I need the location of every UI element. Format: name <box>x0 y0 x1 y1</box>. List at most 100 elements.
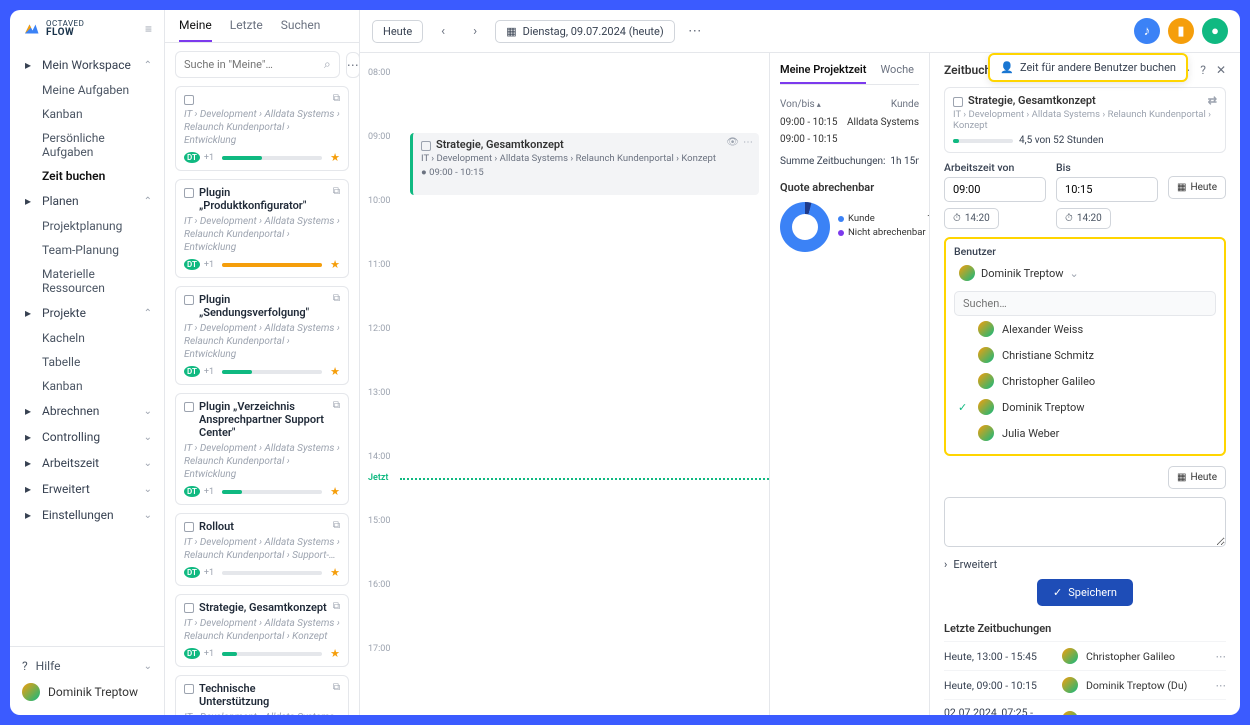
from-chip[interactable]: ⏱ 14:20 <box>944 208 999 229</box>
circle-icon: ● <box>1211 23 1219 39</box>
nav-group-projekte[interactable]: ▸Projekte⌃ <box>10 300 164 326</box>
star-icon[interactable]: ★ <box>330 485 340 498</box>
inspector-tab[interactable]: Meine Projektzeit <box>780 63 866 84</box>
inspector-row[interactable]: 09:00 - 10:15 <box>780 131 919 148</box>
checkbox-icon[interactable] <box>184 684 194 694</box>
task-column: Meine Letzte Suchen ⌕ ⋯ ⧉ IT › Development… <box>165 10 360 715</box>
star-icon[interactable]: ★ <box>330 258 340 271</box>
nav-item-team-planung[interactable]: Team-Planung <box>10 238 164 262</box>
more-icon[interactable]: ⋯ <box>1216 679 1227 692</box>
task-card[interactable]: ⧉ IT › Development › Alldata Systems › R… <box>175 86 349 171</box>
today-chip[interactable]: ▦ Heute <box>1168 176 1226 199</box>
task-card[interactable]: Plugin „Produktkonfigurator" ⧉ IT › Deve… <box>175 179 349 278</box>
expand-toggle[interactable]: › Erweitert <box>944 558 1226 571</box>
checkbox-icon[interactable] <box>184 522 194 532</box>
swap-icon[interactable]: ⇄ <box>1208 94 1217 107</box>
to-input[interactable] <box>1056 177 1158 202</box>
copy-icon[interactable]: ⧉ <box>333 682 340 693</box>
help-icon[interactable]: ? <box>1200 63 1206 77</box>
nav-group-planen[interactable]: ▸Planen⌃ <box>10 188 164 214</box>
task-card[interactable]: Plugin „Sendungsverfolgung" ⧉ IT › Devel… <box>175 286 349 385</box>
prev-day-button[interactable]: ‹ <box>431 19 455 43</box>
copy-icon[interactable]: ⧉ <box>333 400 340 411</box>
user-option[interactable]: Julia Weber <box>954 420 1216 446</box>
checkbox-icon[interactable] <box>184 603 194 613</box>
book-for-others-popover[interactable]: 👤 Zeit für andere Benutzer buchen <box>988 53 1188 82</box>
nav-item-zeit-buchen[interactable]: Zeit buchen <box>10 164 164 188</box>
task-card[interactable]: Technische Unterstützung ⧉ IT › Developm… <box>175 675 349 715</box>
search-input[interactable]: ⌕ <box>175 51 340 78</box>
timeline-event[interactable]: 👁⋯ Strategie, Gesamtkonzept IT › Develop… <box>410 133 759 195</box>
nav-item-kanban[interactable]: Kanban <box>10 102 164 126</box>
plan-icon: ▸ <box>22 194 34 208</box>
nav-group-mein-workspace[interactable]: ▸Mein Workspace⌃ <box>10 52 164 78</box>
task-card[interactable]: Rollout ⧉ IT › Development › Alldata Sys… <box>175 513 349 586</box>
copy-icon[interactable]: ⧉ <box>333 293 340 304</box>
to-chip[interactable]: ⏱ 14:20 <box>1056 208 1111 229</box>
nav-item-tabelle[interactable]: Tabelle <box>10 350 164 374</box>
nav-group-controlling[interactable]: ▸Controlling⌄ <box>10 424 164 450</box>
checkbox-icon <box>421 141 431 151</box>
copy-icon[interactable]: ⧉ <box>333 93 340 104</box>
recent-row[interactable]: Heute, 09:00 - 10:15Dominik Treptow (Du)… <box>944 670 1226 699</box>
bookmark-button[interactable]: ▮ <box>1168 18 1194 44</box>
checkbox-icon[interactable] <box>184 402 194 412</box>
more-icon[interactable]: ⋯ <box>1216 650 1227 663</box>
nav-group-abrechnen[interactable]: ▸Abrechnen⌄ <box>10 398 164 424</box>
close-icon[interactable]: ✕ <box>1216 63 1226 77</box>
task-card[interactable]: Strategie, Gesamtkonzept ⧉ IT › Developm… <box>175 594 349 667</box>
user-option[interactable]: Christiane Schmitz <box>954 342 1216 368</box>
user-option[interactable]: Alexander Weiss <box>954 316 1216 342</box>
pie-chart: Kunde100Nicht abrechenbar0 <box>780 202 919 252</box>
checkbox-icon[interactable] <box>184 295 194 305</box>
user-option[interactable]: ✓Dominik Treptow <box>954 394 1216 420</box>
more-button[interactable]: ⋯ <box>346 52 360 78</box>
help-link[interactable]: ? Hilfe ⌄ <box>22 655 152 677</box>
checkbox-icon[interactable] <box>184 188 194 198</box>
nav-group-einstellungen[interactable]: ▸Einstellungen⌄ <box>10 502 164 528</box>
notification-button[interactable]: ♪ <box>1134 18 1160 44</box>
note-textarea[interactable] <box>944 497 1226 547</box>
task-tab-suchen[interactable]: Suchen <box>281 18 321 42</box>
chevron-down-icon: ⌄ <box>144 661 152 672</box>
task-card[interactable]: Plugin „Verzeichnis Ansprechpartner Supp… <box>175 393 349 505</box>
today-chip-2[interactable]: ▦ Heute <box>1168 466 1226 489</box>
next-day-button[interactable]: › <box>463 19 487 43</box>
nav-item-persönliche-aufgaben[interactable]: Persönliche Aufgaben <box>10 126 164 164</box>
task-tab-letzte[interactable]: Letzte <box>230 18 263 42</box>
from-input[interactable] <box>944 177 1046 202</box>
save-button[interactable]: ✓ Speichern <box>1037 579 1133 606</box>
recent-row[interactable]: Heute, 13:00 - 15:45Christopher Galileo⋯ <box>944 641 1226 670</box>
status-button[interactable]: ● <box>1202 18 1228 44</box>
more-icon[interactable]: ⋯ <box>1216 713 1227 716</box>
nav-item-meine-aufgaben[interactable]: Meine Aufgaben <box>10 78 164 102</box>
user-option[interactable]: Christopher Galileo <box>954 368 1216 394</box>
nav-group-arbeitszeit[interactable]: ▸Arbeitszeit⌄ <box>10 450 164 476</box>
copy-icon[interactable]: ⧉ <box>333 520 340 531</box>
progress-bar <box>222 263 322 267</box>
inspector-row[interactable]: 09:00 - 10:15 Alldata Systems <box>780 114 919 131</box>
nav-item-materielle-ressourcen[interactable]: Materielle Ressourcen <box>10 262 164 300</box>
user-select[interactable]: Dominik Treptow ⌄ <box>954 261 1216 285</box>
sidebar-toggle-icon[interactable]: ≡ <box>145 22 152 36</box>
user-search-input[interactable] <box>954 291 1216 316</box>
inspector-tab[interactable]: Woche <box>880 63 914 84</box>
checkbox-icon[interactable] <box>184 95 194 105</box>
copy-icon[interactable]: ⧉ <box>333 601 340 612</box>
nav-item-kacheln[interactable]: Kacheln <box>10 326 164 350</box>
task-tab-meine[interactable]: Meine <box>179 18 212 42</box>
date-picker[interactable]: ▦ Dienstag, 09.07.2024 (heute) <box>495 20 675 43</box>
nav-item-kanban[interactable]: Kanban <box>10 374 164 398</box>
star-icon[interactable]: ★ <box>330 566 340 579</box>
nav-item-projektplanung[interactable]: Projektplanung <box>10 214 164 238</box>
toolbar-more-button[interactable]: ⋯ <box>683 19 707 43</box>
today-button[interactable]: Heute <box>372 20 423 43</box>
star-icon[interactable]: ★ <box>330 151 340 164</box>
star-icon[interactable]: ★ <box>330 365 340 378</box>
current-user[interactable]: Dominik Treptow <box>22 677 152 707</box>
copy-icon[interactable]: ⧉ <box>333 186 340 197</box>
progress-bar <box>222 490 322 494</box>
nav-group-erweitert[interactable]: ▸Erweitert⌄ <box>10 476 164 502</box>
recent-row[interactable]: 02.07.2024, 07:25 - 07:40Peter von Proje… <box>944 699 1226 715</box>
star-icon[interactable]: ★ <box>330 647 340 660</box>
